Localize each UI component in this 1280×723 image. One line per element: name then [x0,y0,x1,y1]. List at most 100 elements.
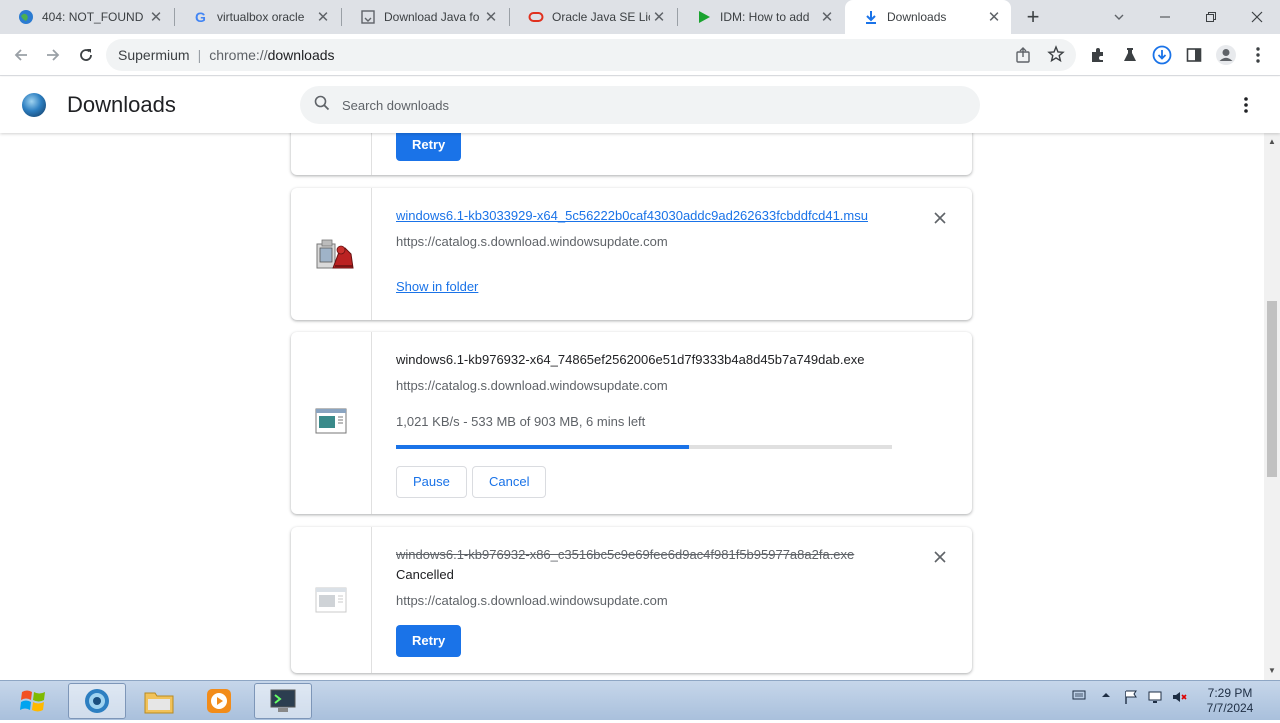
supermium-browser-icon [85,689,109,713]
download-status-cancelled: Cancelled [396,567,454,582]
media-player-icon [207,689,231,713]
page-title: Downloads [67,92,176,117]
svg-text:G: G [195,9,206,25]
tab-title: Download Java fo [384,10,480,24]
search-input[interactable] [342,97,942,113]
keyboard-layout-icon[interactable] [1072,689,1086,704]
forward-button[interactable] [40,42,66,68]
share-icon[interactable] [1014,46,1032,67]
show-in-folder-link[interactable]: Show in folder [396,279,478,294]
search-downloads-bar[interactable] [300,86,980,124]
download-filename-cancelled: windows6.1-kb976932-x86_c3516bc5c9e69fee… [396,547,855,562]
tab-close-icon[interactable]: ✕ [818,8,836,26]
network-icon[interactable] [1147,689,1163,708]
file-icon-column [291,188,372,320]
file-icon-column [291,527,372,673]
remove-close-icon[interactable] [930,208,950,228]
google-icon: G [193,9,209,25]
minimize-button[interactable] [1142,0,1188,34]
back-button[interactable] [8,42,34,68]
cancel-button[interactable]: Cancel [472,466,547,498]
browser-menu-icon[interactable] [1245,42,1271,68]
reload-button[interactable] [73,42,99,68]
file-icon-column [291,332,372,514]
tab-title: Downloads [887,10,947,24]
tab-close-icon[interactable]: ✕ [985,8,1003,26]
taskbar-media-player[interactable] [190,683,248,719]
tab-idm-how-to-add[interactable]: IDM: How to add ✕ [678,0,844,34]
tab-title: virtualbox oracle [217,10,305,24]
pause-button[interactable]: Pause [396,466,467,498]
volume-muted-icon[interactable] [1171,689,1187,708]
folder-icon [144,692,174,714]
close-window-button[interactable] [1234,0,1280,34]
idm-icon [696,9,712,25]
new-tab-button[interactable]: + [1020,4,1046,30]
clock-time: 7:29 PM [1207,686,1253,700]
omnibox-divider: | [197,47,202,63]
download-item: windows6.1-kb976932-x64_74865ef2562006e5… [291,332,972,514]
download-progress-bar [396,445,892,449]
download-filename[interactable]: windows6.1-kb976932-x64_74865ef2562006e5… [396,352,864,367]
scroll-down-arrow-icon[interactable]: ▼ [1264,664,1280,678]
oracle-icon [528,9,544,25]
extension-flask-icon[interactable] [1117,42,1143,68]
remove-close-icon[interactable] [930,547,950,567]
java-icon [360,9,376,25]
progress-fill [396,445,689,449]
download-source-url[interactable]: https://catalog.s.download.windowsupdate… [396,593,668,608]
download-filename-link[interactable]: windows6.1-kb3033929-x64_5c56222b0caf430… [396,208,868,223]
tab-404-not-found[interactable]: 404: NOT_FOUND ✕ [0,0,173,34]
retry-button[interactable]: Retry [396,625,462,657]
tab-virtualbox-oracle[interactable]: G virtualbox oracle ✕ [175,0,340,34]
download-item: Retry [291,133,972,175]
extensions-puzzle-icon[interactable] [1085,42,1111,68]
download-source-url[interactable]: https://catalog.s.download.windowsupdate… [396,378,668,393]
tab-title: IDM: How to add [720,10,810,24]
download-item: windows6.1-kb3033929-x64_5c56222b0caf430… [291,188,972,320]
tab-close-icon[interactable]: ✕ [314,8,332,26]
profile-avatar-icon[interactable] [1213,42,1239,68]
address-bar[interactable]: Supermium | chrome://downloads [106,39,1076,71]
side-panel-icon[interactable] [1181,42,1207,68]
downloads-list: Retry windows6.1-kb3033929-x64_5c56222b0… [0,133,1264,680]
supermium-logo-icon [22,93,46,117]
download-icon [863,9,879,25]
tab-title: Oracle Java SE Lice [552,10,650,24]
restore-button[interactable] [1188,0,1234,34]
search-icon [314,95,330,116]
start-button-windows-icon[interactable] [14,684,54,718]
exe-file-icon-dimmed [315,587,347,618]
omnibox-site-name: Supermium [118,47,190,63]
action-center-flag-icon[interactable] [1123,689,1139,708]
browser-toolbar: Supermium | chrome://downloads [0,34,1280,76]
vercel-globe-icon [18,9,34,25]
file-icon-column [291,133,372,175]
clock-date: 7/7/2024 [1206,701,1254,715]
page-scrollbar[interactable]: ▲ ▼ [1264,133,1280,680]
windows-taskbar: 7:29 PM 7/7/2024 [0,680,1280,720]
tab-close-icon[interactable]: ✕ [650,8,668,26]
retry-button[interactable]: Retry [396,133,462,161]
downloads-toolbar-icon[interactable] [1149,42,1175,68]
more-options-icon[interactable] [1234,93,1258,117]
scrollbar-thumb[interactable] [1267,301,1277,477]
bookmark-star-icon[interactable] [1047,45,1065,66]
download-source-url[interactable]: https://catalog.s.download.windowsupdate… [396,234,668,249]
omnibox-url: chrome://downloads [209,47,335,63]
tab-close-icon[interactable]: ✕ [147,8,165,26]
system-clock[interactable]: 7:29 PM 7/7/2024 [1200,686,1260,716]
tab-downloads[interactable]: Downloads ✕ [845,0,1011,34]
tab-oracle-java-se-license[interactable]: Oracle Java SE Lice ✕ [510,0,676,34]
download-progress-status: 1,021 KB/s - 533 MB of 903 MB, 6 mins le… [396,414,646,429]
taskbar-supermium-browser[interactable] [68,683,126,719]
taskbar-terminal-app[interactable] [254,683,312,719]
tab-search-chevron-icon[interactable] [1096,0,1142,34]
taskbar-file-explorer[interactable] [130,683,188,719]
exe-file-icon [315,408,347,439]
tab-close-icon[interactable]: ✕ [482,8,500,26]
downloads-header: Downloads [0,77,1280,133]
show-hidden-icons-chevron-icon[interactable] [1101,689,1111,704]
tab-download-java[interactable]: Download Java fo ✕ [342,0,508,34]
scroll-up-arrow-icon[interactable]: ▲ [1264,135,1280,149]
